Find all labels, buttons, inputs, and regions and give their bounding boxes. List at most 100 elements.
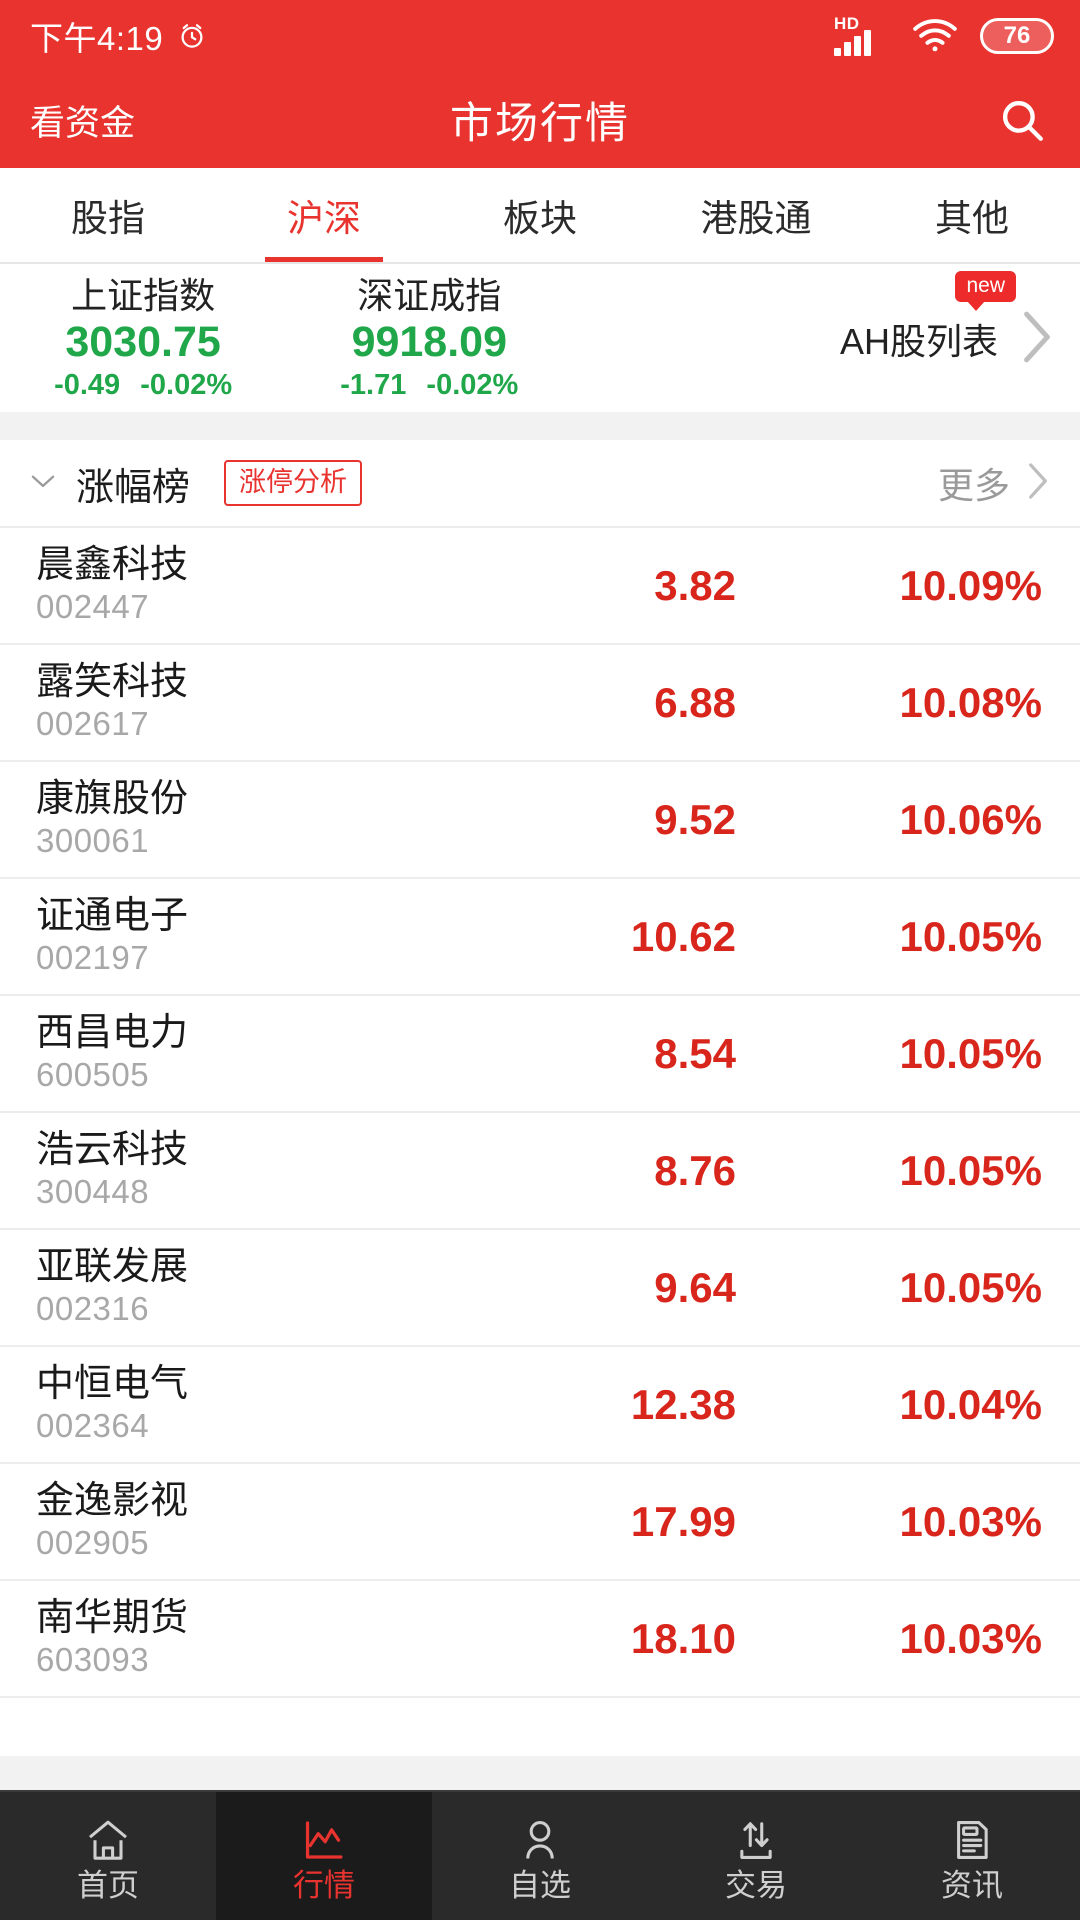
stock-code: 002364: [36, 1406, 150, 1444]
tab-hushen[interactable]: 沪深: [216, 168, 432, 262]
status-bar-right: HD 76: [834, 14, 1054, 56]
table-row[interactable]: 浩云科技 300448 8.76 10.05%: [0, 1113, 1080, 1230]
nav-item-market[interactable]: 行情: [216, 1792, 432, 1920]
stock-identity: 亚联发展 002316: [36, 1245, 466, 1328]
stock-name: 中恒电气: [36, 1362, 189, 1405]
stock-price: 6.88: [654, 678, 736, 726]
wifi-icon: [912, 19, 958, 53]
stock-code: 600505: [36, 1055, 150, 1093]
tab-guzhi[interactable]: 股指: [0, 168, 216, 262]
signal-bars-icon: HD: [834, 14, 890, 56]
stock-identity: 露笑科技 002617: [36, 660, 466, 743]
table-row[interactable]: 西昌电力 600505 8.54 10.05%: [0, 996, 1080, 1113]
index-value: 9918.09: [351, 318, 507, 367]
stock-identity: 中恒电气 002364: [36, 1362, 466, 1445]
search-icon[interactable]: [994, 92, 1050, 148]
home-icon: [85, 1812, 131, 1862]
index-summary-panel: 上证指数 3030.75 -0.49 -0.02% 深证成指 9918.09 -…: [0, 264, 1080, 412]
nav-item-trade[interactable]: 交易: [648, 1792, 864, 1920]
stock-identity: 浩云科技 300448: [36, 1128, 466, 1211]
signal-bar-group: [834, 30, 871, 56]
stock-price: 8.76: [654, 1146, 736, 1194]
table-row[interactable]: 中恒电气 002364 12.38 10.04%: [0, 1347, 1080, 1464]
index-card-shanghai[interactable]: 上证指数 3030.75 -0.49 -0.02%: [0, 275, 286, 402]
nav-item-watchlist[interactable]: 自选: [432, 1792, 648, 1920]
market-tabs: 股指 沪深 板块 港股通 其他: [0, 168, 1080, 264]
app-screen: 下午4:19 HD 76 看资金 市场行情 股指 沪深 板块 港股通 其他 上证…: [0, 0, 1080, 1920]
more-button[interactable]: 更多: [938, 457, 1050, 509]
stock-name: 西昌电力: [36, 1011, 189, 1054]
stock-identity: 金逸影视 002905: [36, 1479, 466, 1562]
stock-price: 3.82: [654, 561, 736, 609]
index-change-group: -0.49 -0.02%: [0, 369, 286, 402]
stock-name: 康旗股份: [36, 777, 189, 820]
ah-entry-label-wrap: AH股列表 new: [839, 271, 1016, 365]
news-icon: [949, 1812, 995, 1862]
stock-price: 12.38: [630, 1380, 736, 1428]
list-bottom-divider: [0, 1756, 1080, 1790]
table-row[interactable]: 证通电子 002197 10.62 10.05%: [0, 879, 1080, 996]
stock-change-pct: 10.09%: [899, 561, 1042, 609]
stock-code: 300061: [36, 821, 150, 859]
stock-price: 17.99: [630, 1497, 736, 1545]
person-icon: [517, 1812, 563, 1862]
tab-ganggutong[interactable]: 港股通: [648, 168, 864, 262]
stock-change-pct: 10.04%: [899, 1380, 1042, 1428]
index-card-shenzhen[interactable]: 深证成指 9918.09 -1.71 -0.02%: [286, 274, 572, 402]
stock-code: 002905: [36, 1523, 150, 1561]
index-change-group: -1.71 -0.02%: [286, 369, 572, 402]
stock-change-pct: 10.03%: [899, 1614, 1042, 1662]
chevron-down-icon[interactable]: [30, 472, 56, 495]
status-bar-left: 下午4:19: [30, 12, 207, 60]
nav-item-news[interactable]: 资讯: [864, 1792, 1080, 1920]
stock-name: 亚联发展: [36, 1245, 189, 1288]
nav-label: 交易: [725, 1867, 787, 1903]
table-row[interactable]: 康旗股份 300061 9.52 10.06%: [0, 762, 1080, 879]
table-row[interactable]: 露笑科技 002617 6.88 10.08%: [0, 645, 1080, 762]
chevron-right-icon: [1026, 462, 1050, 505]
table-row[interactable]: 晨鑫科技 002447 3.82 10.09%: [0, 528, 1080, 645]
nav-label: 资讯: [941, 1867, 1003, 1903]
stock-price: 10.62: [630, 912, 736, 960]
table-row[interactable]: 金逸影视 002905 17.99 10.03%: [0, 1464, 1080, 1581]
nav-label: 自选: [509, 1867, 571, 1903]
view-funds-button[interactable]: 看资金: [30, 95, 135, 146]
table-row[interactable]: 亚联发展 002316 9.64 10.05%: [0, 1230, 1080, 1347]
index-value: 3030.75: [65, 318, 221, 367]
stock-identity: 证通电子 002197: [36, 894, 466, 977]
stock-change-pct: 10.05%: [899, 1263, 1042, 1311]
gainers-section-header: 涨幅榜 涨停分析 更多: [0, 440, 1080, 528]
stock-change-pct: 10.08%: [899, 678, 1042, 726]
stock-change-pct: 10.05%: [899, 1029, 1042, 1077]
stock-identity: 西昌电力 600505: [36, 1011, 466, 1094]
transfer-icon: [733, 1812, 779, 1862]
nav-item-home[interactable]: 首页: [0, 1792, 216, 1920]
ah-stock-list-entry[interactable]: AH股列表 new: [572, 271, 1080, 369]
tab-bankuai[interactable]: 板块: [432, 168, 648, 262]
stock-code: 300448: [36, 1172, 150, 1210]
stock-change-pct: 10.05%: [899, 1146, 1042, 1194]
stock-name: 晨鑫科技: [36, 543, 189, 586]
app-header: 看资金 市场行情: [0, 72, 1080, 168]
gainers-stock-list: 晨鑫科技 002447 3.82 10.09% 露笑科技 002617 6.88…: [0, 528, 1080, 1756]
index-change: -1.71: [340, 368, 407, 401]
stock-name: 浩云科技: [36, 1128, 189, 1171]
stock-code: 002617: [36, 704, 150, 742]
tab-qita[interactable]: 其他: [864, 168, 1080, 262]
limit-up-analysis-button[interactable]: 涨停分析: [224, 460, 363, 506]
ah-entry-label: AH股列表: [839, 321, 998, 362]
stock-name: 证通电子: [36, 894, 189, 937]
index-change: -0.49: [54, 368, 121, 401]
stock-name: 露笑科技: [36, 660, 189, 703]
stock-identity: 南华期货 603093: [36, 1597, 466, 1679]
stock-price: 9.52: [654, 795, 736, 843]
table-row[interactable]: 南华期货 603093 18.10 10.03%: [0, 1581, 1080, 1698]
bottom-navigation: 首页 行情 自选 交易 资讯: [0, 1790, 1080, 1920]
battery-level-label: 76: [1003, 22, 1031, 49]
new-badge: new: [955, 271, 1016, 312]
stock-name: 金逸影视: [36, 1479, 189, 1522]
index-name: 深证成指: [357, 274, 502, 316]
stock-change-pct: 10.06%: [899, 795, 1042, 843]
more-label: 更多: [937, 465, 1010, 506]
index-change-pct: -0.02%: [140, 368, 233, 401]
